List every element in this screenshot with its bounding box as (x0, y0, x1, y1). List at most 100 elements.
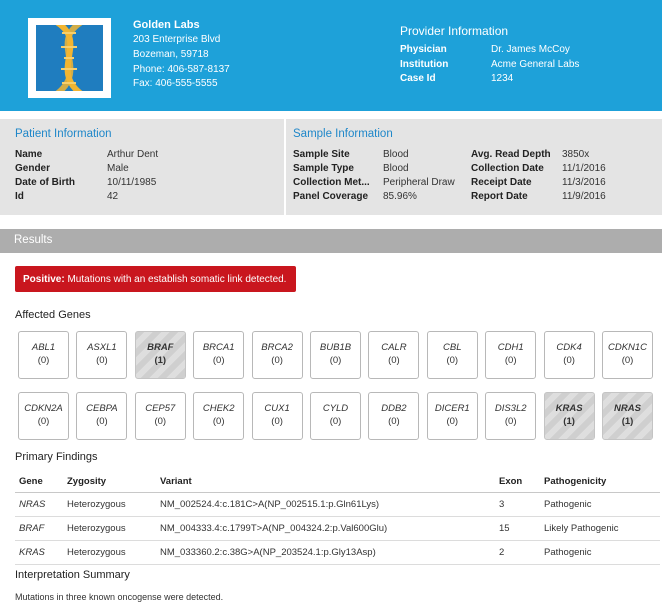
gene-mutation-count: (0) (621, 355, 634, 366)
sample-info-title: Sample Information (293, 128, 393, 140)
alert-message: Mutations with an establish somatic link… (64, 274, 287, 285)
affected-genes-title: Affected Genes (15, 309, 91, 321)
lab-address-line2: Bozeman, 59718 (133, 49, 209, 60)
receipt-date-label: Receipt Date (471, 177, 532, 188)
gene-mutation-count: (0) (329, 355, 342, 366)
interpretation-text: Mutations in three known oncogense were … (15, 592, 224, 602)
positive-alert: Positive: Mutations with an establish so… (15, 266, 296, 292)
gene-tile[interactable]: CDKN1C (0) (602, 331, 653, 379)
collection-method-value: Peripheral Draw (383, 177, 455, 188)
finding-gene: KRAS (15, 540, 63, 565)
gene-mutation-count: (0) (329, 416, 342, 427)
gene-tile[interactable]: CDH1 (0) (485, 331, 537, 379)
lab-phone: Phone: 406-587-8137 (133, 64, 230, 75)
table-row: NRAS Heterozygous NM_002524.4:c.181C>A(N… (15, 492, 660, 517)
finding-pathogenicity: Pathogenic (540, 492, 660, 517)
gene-tile[interactable]: CYLD (0) (310, 392, 361, 440)
receipt-date-value: 11/3/2016 (562, 177, 606, 188)
finding-zygosity: Heterozygous (63, 516, 156, 541)
dna-helix-icon (36, 25, 103, 91)
gene-tile[interactable]: CBL (0) (426, 331, 478, 379)
findings-header-row: Gene Zygosity Variant Exon Pathogenicity (15, 471, 660, 493)
patient-gender-label: Gender (15, 163, 51, 174)
gene-tile[interactable]: DIS3L2 (0) (485, 392, 537, 440)
gene-name: ASXL1 (87, 342, 117, 353)
finding-gene: BRAF (15, 516, 63, 541)
read-depth-value: 3850x (562, 149, 590, 160)
gene-name: BUB1B (319, 342, 352, 353)
gene-mutation-count: (0) (271, 355, 283, 366)
finding-exon: 2 (495, 540, 540, 565)
gene-name: BRAF (147, 342, 174, 353)
patient-dob-value: 10/11/1985 (107, 177, 157, 188)
gene-tile[interactable]: BUB1B (0) (310, 331, 361, 379)
gene-tile[interactable]: CEBPA (0) (76, 392, 128, 440)
case-id-label: Case Id (400, 73, 436, 84)
gene-tile[interactable]: DDB2 (0) (368, 392, 420, 440)
institution-value: Acme General Labs (491, 59, 580, 70)
gene-name: DDB2 (381, 403, 407, 414)
gene-name: CHEK2 (202, 403, 235, 414)
interpretation-title: Interpretation Summary (15, 569, 130, 581)
gene-name: CUX1 (264, 403, 290, 414)
gene-tile[interactable]: CUX1 (0) (251, 392, 303, 440)
col-pathogenicity: Pathogenicity (540, 471, 660, 493)
col-zygosity: Zygosity (63, 471, 156, 493)
finding-exon: 15 (495, 516, 540, 541)
case-id-value: 1234 (491, 73, 514, 84)
gene-tile[interactable]: CDK4 (0) (543, 331, 595, 379)
gene-mutation-count: (0) (388, 416, 400, 427)
gene-tile[interactable]: ABL1 (0) (18, 331, 69, 379)
gene-tile[interactable]: ASXL1 (0) (76, 331, 128, 379)
physician-value: Dr. James McCoy (491, 44, 570, 55)
patient-name-value: Arthur Dent (107, 149, 159, 160)
finding-zygosity: Heterozygous (63, 540, 156, 565)
col-exon: Exon (495, 471, 540, 493)
gene-tile[interactable]: CHEK2 (0) (193, 392, 245, 440)
gene-mutation-count: (1) (563, 416, 575, 427)
finding-gene: NRAS (15, 492, 63, 517)
gene-tile[interactable]: CEP57 (0) (134, 392, 186, 440)
gene-mutation-count: (0) (96, 355, 108, 366)
gene-tile[interactable]: BRCA2 (0) (251, 331, 303, 379)
gene-tile[interactable]: NRAS (1) (602, 392, 653, 440)
gene-tile[interactable]: KRAS (1) (543, 392, 595, 440)
patient-info-title: Patient Information (15, 128, 112, 140)
gene-tile[interactable]: CDKN2A (0) (18, 392, 69, 440)
gene-tile[interactable]: CALR (0) (368, 331, 420, 379)
alert-strong: Positive: (23, 274, 65, 285)
report-date-label: Report Date (471, 191, 528, 202)
gene-name: CEP57 (145, 403, 176, 414)
gene-name: ABL1 (31, 342, 56, 353)
finding-variant: NM_004333.4:c.1799T>A(NP_004324.2:p.Val6… (156, 516, 495, 541)
finding-pathogenicity: Likely Pathogenic (540, 516, 660, 541)
gene-name: CDKN2A (24, 403, 63, 414)
gene-tile[interactable]: BRCA1 (0) (193, 331, 245, 379)
results-section-bar: Results (0, 229, 662, 253)
provider-title: Provider Information (400, 24, 509, 38)
report-date-value: 11/9/2016 (562, 191, 606, 202)
gene-name: DICER1 (434, 403, 470, 414)
report-header: Golden Labs 203 Enterprise Blvd Bozeman,… (0, 0, 662, 111)
patient-name-label: Name (15, 149, 43, 160)
lab-address-line1: 203 Enterprise Blvd (133, 34, 221, 45)
collection-date-value: 11/1/2016 (562, 163, 606, 174)
finding-variant: NM_033360.2:c.38G>A(NP_203524.1:p.Gly13A… (156, 540, 495, 565)
gene-name: CALR (381, 342, 407, 353)
info-divider (284, 119, 286, 215)
col-gene: Gene (15, 471, 63, 493)
alert-text: Positive: Mutations with an establish so… (23, 274, 286, 285)
gene-name: CDKN1C (607, 342, 648, 353)
finding-zygosity: Heterozygous (63, 492, 156, 517)
primary-findings-title: Primary Findings (15, 451, 98, 463)
panel-coverage-label: Panel Coverage (293, 191, 369, 202)
gene-name: NRAS (614, 403, 641, 414)
info-band: Patient Information Name Arthur Dent Gen… (0, 119, 662, 215)
gene-tile[interactable]: DICER1 (0) (426, 392, 478, 440)
findings-table: Gene Zygosity Variant Exon Pathogenicity… (15, 471, 660, 565)
gene-tile[interactable]: BRAF (1) (134, 331, 186, 379)
gene-mutation-count: (0) (154, 416, 167, 427)
patient-gender-value: Male (107, 163, 129, 174)
gene-mutation-count: (1) (154, 355, 167, 366)
gene-name: BRCA1 (202, 342, 235, 353)
